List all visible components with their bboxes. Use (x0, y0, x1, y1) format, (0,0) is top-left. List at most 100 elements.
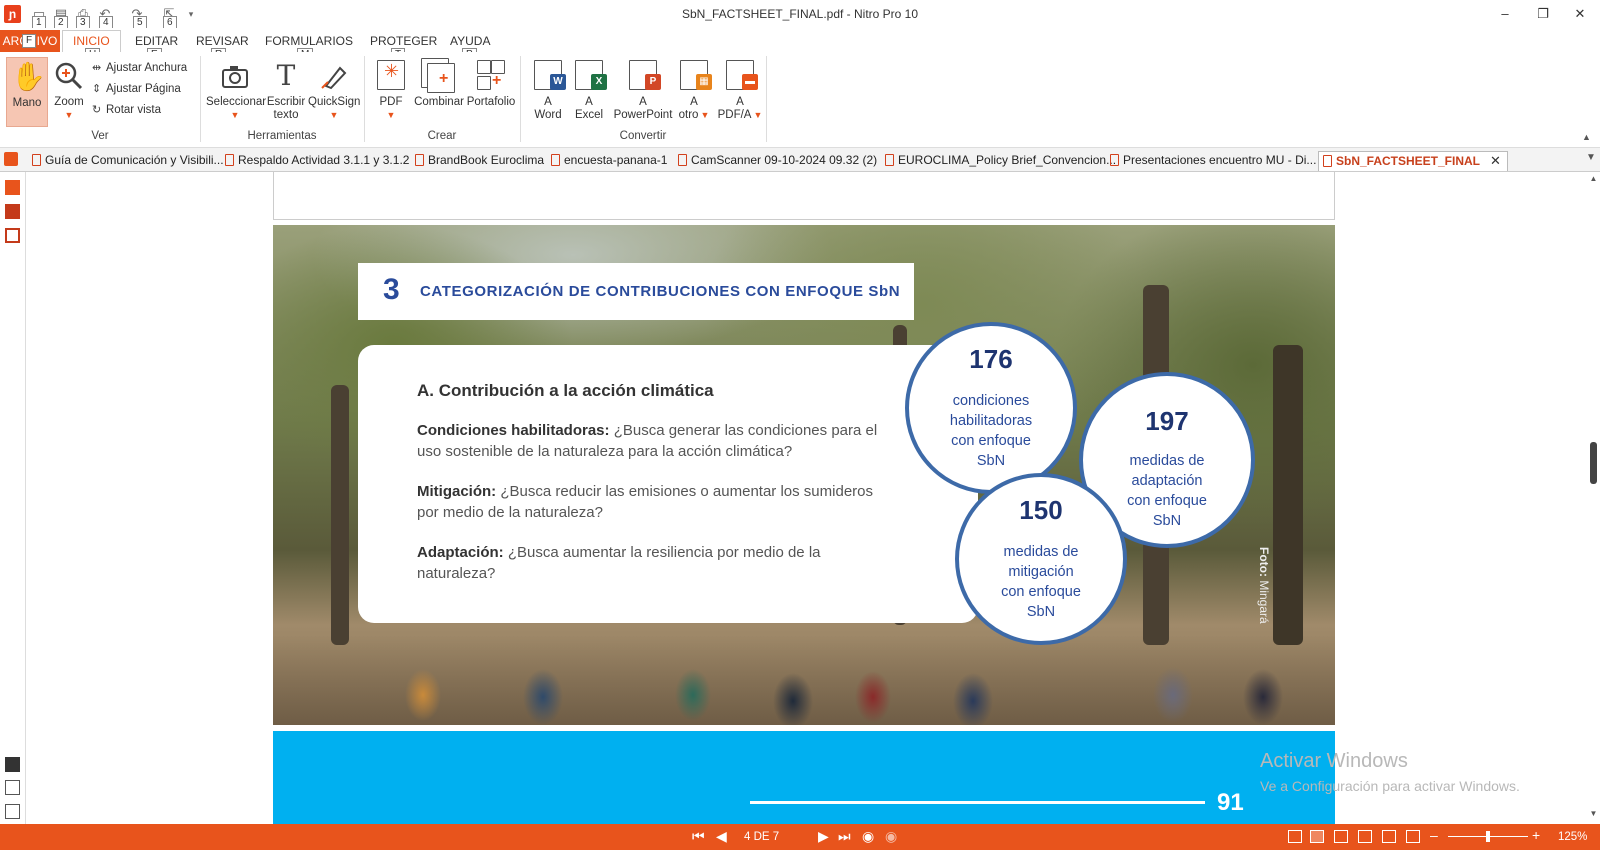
content-card: A. Contribución a la acción climática Co… (358, 345, 978, 623)
stat-text: condiciones (952, 393, 1030, 409)
previous-view-icon[interactable]: ◉ (862, 828, 874, 845)
facing-view-icon[interactable] (1334, 830, 1348, 843)
restore-button[interactable]: ❐ (1528, 4, 1558, 24)
doc-tab-3[interactable]: BrandBook Euroclima (415, 151, 544, 171)
quicksign-dropdown-icon[interactable]: ▼ (308, 109, 360, 122)
single-page-view-icon[interactable] (1288, 830, 1302, 843)
doc-tab-7[interactable]: Presentaciones encuentro MU - Di... (1110, 151, 1316, 171)
facing-continuous-view-icon[interactable] (1358, 830, 1372, 843)
create-pdf-button[interactable]: ✳ PDF ▼ (374, 60, 408, 122)
pdf-file-icon (885, 154, 894, 166)
to-other-button[interactable]: ▦ Aotro ▼ (674, 60, 714, 122)
stat-text: habilitadoras (949, 413, 1033, 429)
fit-page-icon: ⇕ (92, 83, 102, 95)
zoom-in-button[interactable]: + (1532, 827, 1540, 843)
zoom-out-button[interactable]: – (1430, 827, 1438, 843)
rotate-view-button[interactable]: ↻ Rotar vista (92, 103, 161, 116)
last-page-icon[interactable]: ⏭ (838, 828, 851, 845)
tab-editar[interactable]: EDITAR (135, 34, 178, 48)
tree-trunk (1273, 345, 1303, 645)
fit-page-label: Ajustar Página (106, 83, 181, 95)
tab-revisar[interactable]: REVISAR (196, 34, 249, 48)
previous-page-icon[interactable]: ◀ (716, 828, 727, 845)
scroll-thumb[interactable] (1590, 442, 1597, 484)
page-number: 91 (1217, 789, 1244, 816)
to-powerpoint-button[interactable]: P A PowerPoint (612, 60, 674, 122)
next-page-icon[interactable]: ▶ (818, 828, 829, 845)
section-title: CATEGORIZACIÓN DE CONTRIBUCIONES CON ENF… (420, 283, 901, 300)
next-view-icon[interactable]: ◉ (885, 828, 897, 845)
activation-watermark-title: Activar Windows (1260, 750, 1408, 772)
fit-page-button[interactable]: ⇕ Ajustar Página (92, 82, 181, 95)
zoom-button[interactable]: Zoom ▼ (50, 60, 88, 122)
section-heading: 3 CATEGORIZACIÓN DE CONTRIBUCIONES CON E… (358, 263, 914, 320)
bookmarks-panel-icon[interactable] (5, 204, 20, 219)
portfolio-button[interactable]: + Portafolio (466, 60, 516, 109)
minimize-button[interactable]: – (1490, 4, 1520, 24)
rotate-view-label: Rotar vista (106, 104, 161, 116)
to-other-dropdown-icon[interactable]: ▼ (700, 110, 709, 120)
tab-list-icon[interactable]: ▼ (1586, 152, 1596, 163)
doc-tab-5[interactable]: CamScanner 09-10-2024 09.32 (2) (678, 151, 877, 171)
tab-proteger[interactable]: PROTEGER (370, 34, 437, 48)
pdf-label: PDF (379, 96, 403, 108)
group-label-ver: Ver (91, 130, 109, 142)
doc-tab-4[interactable]: encuesta-panana-1 (551, 151, 667, 171)
close-tab-icon[interactable]: ✕ (1490, 153, 1501, 168)
quicksign-button[interactable]: QuickSign ▼ (308, 60, 360, 122)
document-viewport[interactable]: 3 CATEGORIZACIÓN DE CONTRIBUCIONES CON E… (26, 172, 1587, 824)
close-button[interactable]: ✕ (1565, 4, 1595, 24)
select-button[interactable]: Seleccionar ▼ (206, 60, 266, 122)
to-excel-label-2: Excel (574, 109, 604, 121)
item-label: Adaptación: (417, 544, 504, 561)
first-page-icon[interactable]: ⏮ (692, 828, 705, 845)
doc-tab-active[interactable]: SbN_FACTSHEET_FINAL ✕ (1318, 151, 1508, 171)
zoom-slider-handle[interactable] (1486, 831, 1490, 842)
hand-tool-button[interactable]: ✋ Mano (6, 57, 48, 127)
hand-icon: ✋ (11, 61, 46, 92)
doc-tab-label: CamScanner 09-10-2024 09.32 (2) (691, 153, 878, 167)
fit-width-button[interactable]: ⇹ Ajustar Anchura (92, 61, 187, 74)
camera-icon (219, 60, 251, 92)
doc-tab-1[interactable]: Guía de Comunicación y Visibili... (32, 151, 224, 171)
fullscreen-view-icon[interactable] (1382, 830, 1396, 843)
page-indicator[interactable]: 4 DE 7 (744, 831, 779, 843)
select-dropdown-icon[interactable]: ▼ (206, 109, 264, 122)
tab-ayuda[interactable]: AYUDA (450, 34, 490, 48)
vertical-scrollbar[interactable]: ▲ ▼ (1587, 172, 1600, 824)
to-pdfa-dropdown-icon[interactable]: ▼ (753, 110, 762, 120)
to-pdfa-button[interactable]: ▬ A PDF/A ▼ (716, 60, 764, 122)
left-side-panel (0, 172, 26, 824)
scroll-up-icon[interactable]: ▲ (1587, 174, 1600, 187)
pdf-file-icon (1110, 154, 1119, 166)
rotate-icon: ↻ (92, 104, 102, 116)
doc-tab-label: encuesta-panana-1 (564, 153, 668, 167)
pdf-dropdown-icon[interactable]: ▼ (374, 109, 408, 122)
combine-button[interactable]: + Combinar (412, 58, 466, 109)
pages-panel-icon[interactable] (5, 180, 20, 195)
tab-formularios[interactable]: FORMULARIOS (265, 34, 353, 48)
zoom-dropdown-icon[interactable]: ▼ (50, 109, 88, 122)
title-bar: ɲ ▭ ▤ ⎙ ↶ ↷ ⇱ ▾ 1 2 3 4 5 6 SbN_FACTSHEE… (0, 0, 1600, 30)
doc-tab-6[interactable]: EUROCLIMA_Policy Brief_Convencion... (885, 151, 1116, 171)
output-panel-icon[interactable] (5, 780, 20, 795)
zoom-label: Zoom (54, 96, 84, 108)
zoom-level[interactable]: 125% (1558, 831, 1587, 843)
tree-trunk (331, 385, 349, 645)
attachments-panel-icon[interactable] (5, 228, 20, 243)
to-excel-button[interactable]: X A Excel (571, 60, 607, 122)
presentation-view-icon[interactable] (1406, 830, 1420, 843)
type-text-button[interactable]: T Escribir texto (266, 60, 306, 122)
scroll-down-icon[interactable]: ▼ (1587, 809, 1600, 822)
continuous-view-icon[interactable] (1310, 830, 1324, 843)
comments-panel-icon[interactable] (5, 757, 20, 772)
type-text-label-2: texto (273, 109, 299, 121)
item-condiciones: Condiciones habilitadoras: ¿Busca genera… (417, 420, 887, 462)
to-word-button[interactable]: W A Word (530, 60, 566, 122)
documents-menu-icon[interactable] (4, 152, 18, 166)
collapse-ribbon-icon[interactable]: ▲ (1582, 132, 1591, 142)
stat-text: medidas de (1129, 453, 1205, 469)
doc-tab-2[interactable]: Respaldo Actividad 3.1.1 y 3.1.2 (225, 151, 409, 171)
properties-panel-icon[interactable] (5, 804, 20, 819)
pdfa-icon: ▬ (724, 60, 758, 92)
